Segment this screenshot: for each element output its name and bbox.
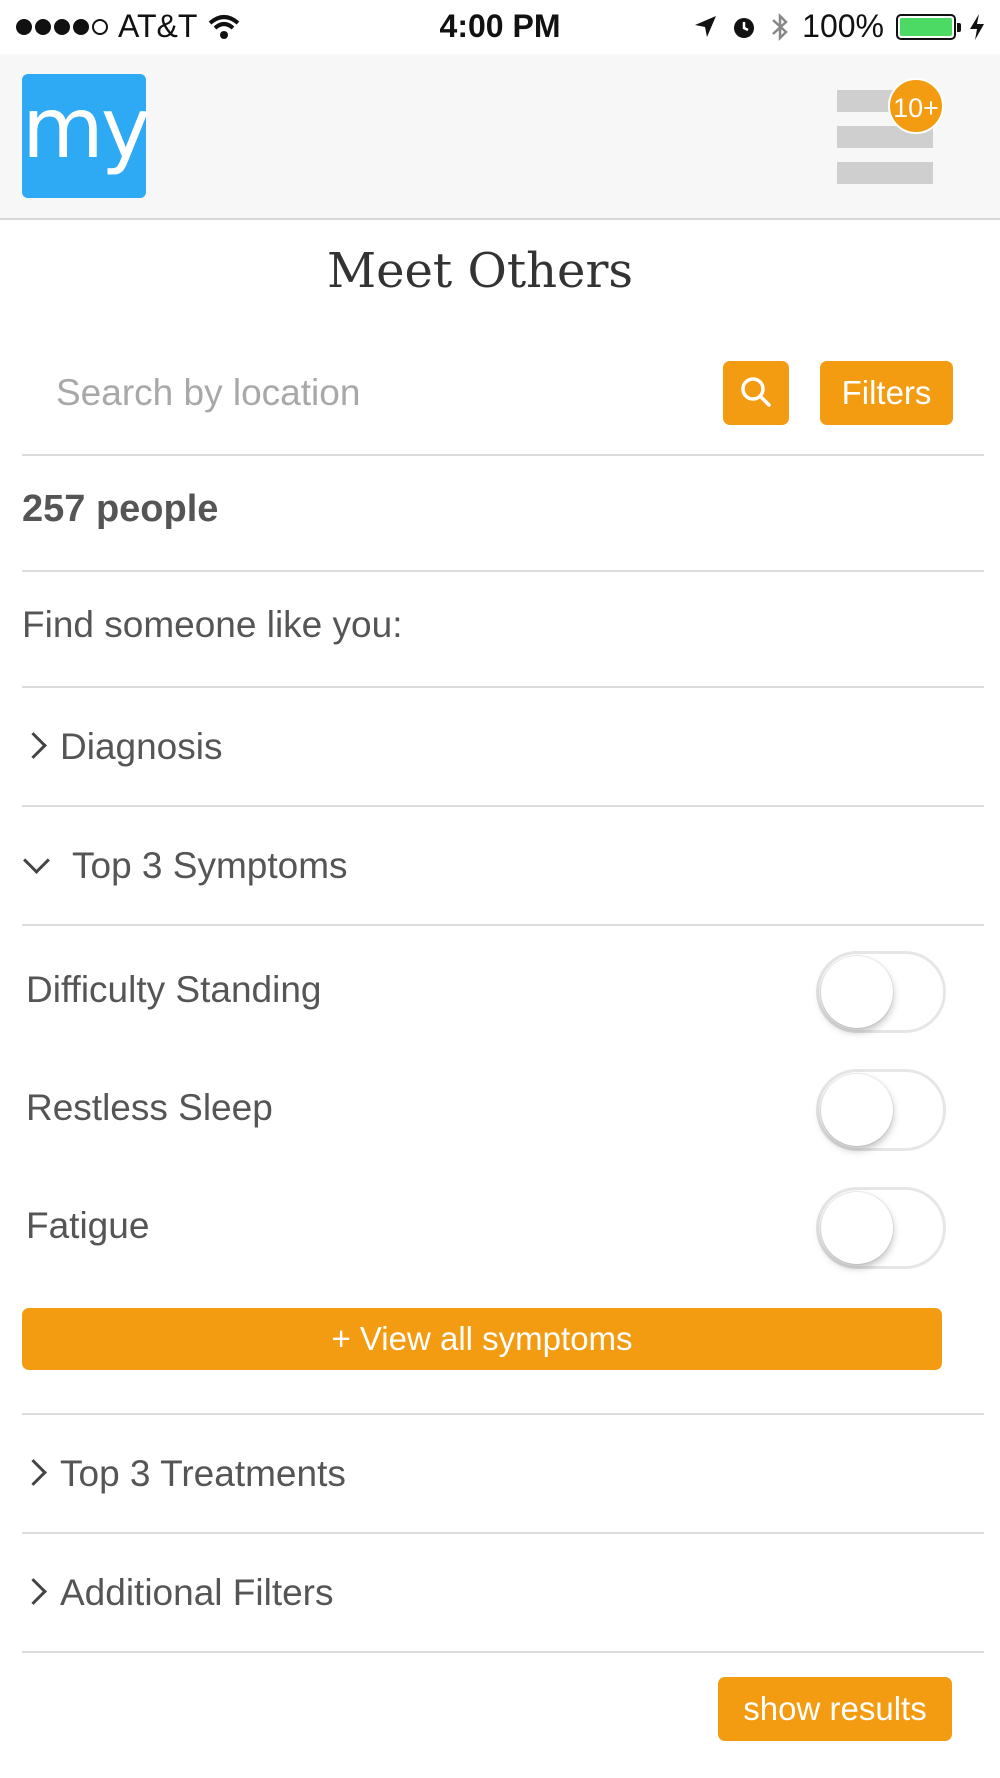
symptom-toggle[interactable] [816, 1187, 946, 1269]
symptom-toggle[interactable] [816, 951, 946, 1033]
menu-bar [837, 162, 933, 184]
location-search-input[interactable] [22, 363, 712, 423]
battery-icon [896, 13, 961, 40]
divider [22, 1651, 984, 1653]
toggle-knob [821, 956, 893, 1028]
app-header: my 10+ [0, 54, 1000, 220]
chevron-right-icon [22, 1576, 50, 1610]
section-top-treatments-label: Top 3 Treatments [60, 1453, 346, 1494]
divider [22, 570, 984, 572]
section-additional-filters-label: Additional Filters [60, 1572, 334, 1613]
view-all-symptoms-button[interactable]: + View all symptoms [22, 1308, 942, 1370]
chevron-right-icon [22, 1457, 50, 1491]
symptom-row: Restless Sleep [26, 1063, 946, 1153]
page-title: Meet Others [326, 243, 634, 299]
divider [22, 454, 984, 456]
find-someone-label: Find someone like you: [22, 604, 403, 645]
symptom-toggle[interactable] [816, 1069, 946, 1151]
divider [22, 1532, 984, 1534]
filters-button[interactable]: Filters [820, 361, 953, 425]
status-bar: AT&T 4:00 PM 100% [0, 0, 1000, 54]
divider [22, 805, 984, 807]
symptom-row: Difficulty Standing [26, 945, 946, 1035]
symptom-label: Restless Sleep [26, 1087, 273, 1128]
chevron-down-icon [22, 849, 50, 883]
divider [22, 1413, 984, 1415]
divider [22, 924, 984, 926]
symptom-label: Fatigue [26, 1205, 150, 1246]
section-top-symptoms-label: Top 3 Symptoms [72, 845, 348, 886]
app-logo[interactable]: my [22, 74, 151, 198]
toggle-knob [821, 1074, 893, 1146]
symptom-label: Difficulty Standing [26, 969, 322, 1010]
section-top-treatments[interactable]: Top 3 Treatments [22, 1453, 346, 1495]
alarm-icon [734, 17, 755, 38]
bluetooth-icon [772, 12, 788, 41]
symptom-row: Fatigue [26, 1181, 946, 1271]
search-icon [741, 376, 771, 407]
charging-bolt-icon [970, 13, 984, 40]
divider [22, 686, 984, 688]
section-diagnosis-label: Diagnosis [60, 726, 223, 767]
battery-percent: 100% [802, 8, 884, 44]
location-arrow-icon [695, 15, 717, 37]
section-diagnosis[interactable]: Diagnosis [22, 726, 222, 768]
section-additional-filters[interactable]: Additional Filters [22, 1572, 334, 1614]
notification-badge: 10+ [888, 78, 944, 134]
chevron-right-icon [22, 730, 50, 764]
people-count: 257 people [22, 488, 219, 530]
section-top-symptoms[interactable]: Top 3 Symptoms [22, 845, 348, 887]
search-button[interactable] [723, 361, 789, 425]
status-right: 100% [692, 8, 986, 45]
show-results-button[interactable]: show results [718, 1677, 952, 1741]
toggle-knob [821, 1192, 893, 1264]
